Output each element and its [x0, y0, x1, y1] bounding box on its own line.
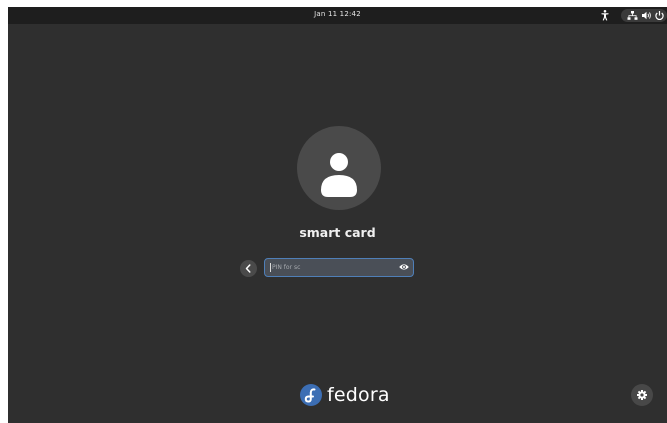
- session-settings-button[interactable]: [631, 384, 653, 406]
- clock[interactable]: Jan 11 12:42: [8, 10, 667, 18]
- gear-icon: [637, 390, 647, 400]
- top-bar: Jan 11 12:42: [8, 7, 667, 24]
- system-status-menu[interactable]: [621, 9, 667, 22]
- volume-icon: [642, 11, 651, 20]
- back-button[interactable]: [240, 260, 257, 277]
- fedora-wordmark: fedora: [327, 384, 390, 406]
- user-icon: [321, 153, 357, 197]
- user-avatar: [297, 126, 381, 210]
- accessibility-button[interactable]: [598, 9, 612, 22]
- chevron-left-icon: [245, 264, 251, 273]
- login-screen: Jan 11 12:42 smart card fedora: [8, 7, 667, 423]
- power-icon: [655, 11, 664, 21]
- accessibility-icon: [601, 10, 609, 21]
- username-label: smart card: [299, 225, 376, 240]
- fedora-logo: fedora: [300, 383, 390, 407]
- text-caret: [270, 263, 271, 272]
- reveal-pin-button[interactable]: [398, 261, 410, 273]
- pin-field[interactable]: [264, 258, 414, 277]
- pin-input[interactable]: [272, 259, 392, 275]
- eye-icon: [399, 264, 409, 270]
- fedora-icon: [300, 384, 322, 406]
- network-icon: [627, 11, 638, 20]
